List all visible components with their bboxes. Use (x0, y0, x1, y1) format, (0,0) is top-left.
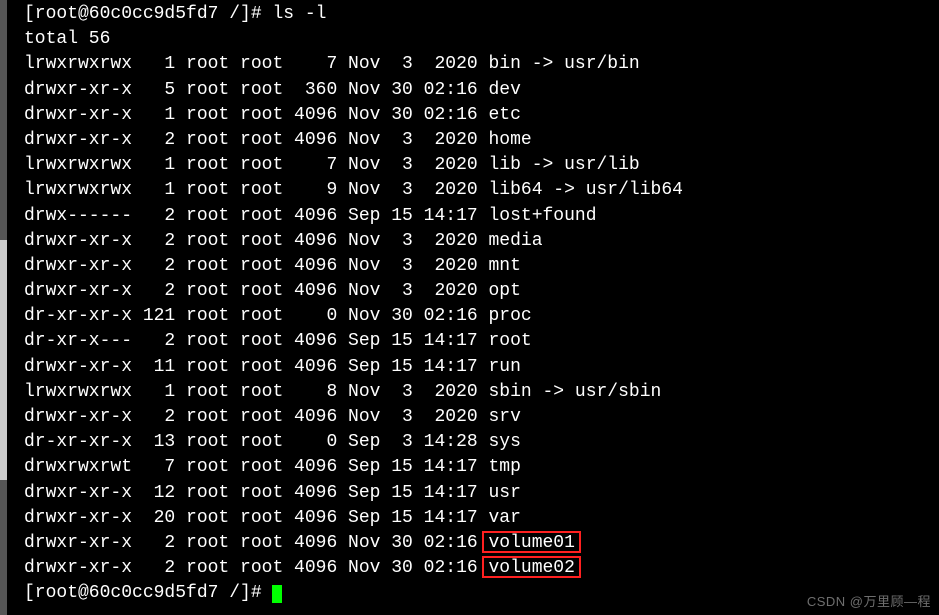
listing-row: drwxr-xr-x 2 root root 4096 Nov 3 2020 o… (24, 279, 939, 304)
listing-row: dr-xr-x--- 2 root root 4096 Sep 15 14:17… (24, 329, 939, 354)
watermark-text: CSDN @万里顾—程 (807, 593, 931, 611)
file-name: sbin -> usr/sbin (488, 382, 661, 402)
file-name: var (488, 508, 520, 528)
row-meta: drwxr-xr-x 2 root root 4096 Nov 3 2020 (24, 407, 488, 427)
file-name: home (488, 130, 531, 150)
file-listing: lrwxrwxrwx 1 root root 7 Nov 3 2020 bin … (24, 52, 939, 581)
listing-row: drwxr-xr-x 12 root root 4096 Sep 15 14:1… (24, 481, 939, 506)
row-meta: lrwxrwxrwx 1 root root 7 Nov 3 2020 (24, 54, 488, 74)
listing-row: drwxr-xr-x 2 root root 4096 Nov 30 02:16… (24, 556, 939, 581)
listing-row: lrwxrwxrwx 1 root root 7 Nov 3 2020 lib … (24, 153, 939, 178)
file-name: lib -> usr/lib (488, 155, 639, 175)
listing-row: lrwxrwxrwx 1 root root 8 Nov 3 2020 sbin… (24, 380, 939, 405)
file-name: usr (488, 483, 520, 503)
command-text: ls -l (272, 4, 326, 24)
command-line: [root@60c0cc9d5fd7 /]# ls -l (24, 2, 939, 27)
next-prompt-line: [root@60c0cc9d5fd7 /]# (24, 581, 939, 606)
listing-row: drwxr-xr-x 2 root root 4096 Nov 3 2020 m… (24, 229, 939, 254)
file-name: etc (488, 105, 520, 125)
file-name: srv (488, 407, 520, 427)
file-name: proc (488, 306, 531, 326)
file-name: bin -> usr/bin (488, 54, 639, 74)
file-name: sys (488, 432, 520, 452)
file-name: opt (488, 281, 520, 301)
row-meta: drwxr-xr-x 2 root root 4096 Nov 3 2020 (24, 281, 488, 301)
listing-row: drwxr-xr-x 5 root root 360 Nov 30 02:16 … (24, 78, 939, 103)
listing-row: drwxr-xr-x 11 root root 4096 Sep 15 14:1… (24, 355, 939, 380)
file-name: tmp (488, 457, 520, 477)
vertical-scrollbar[interactable] (0, 0, 7, 615)
row-meta: lrwxrwxrwx 1 root root 9 Nov 3 2020 (24, 180, 488, 200)
row-meta: dr-xr-xr-x 121 root root 0 Nov 30 02:16 (24, 306, 488, 326)
file-name: lib64 -> usr/lib64 (488, 180, 682, 200)
shell-prompt: [root@60c0cc9d5fd7 /]# (24, 4, 272, 24)
file-name: media (488, 231, 542, 251)
file-name: run (488, 357, 520, 377)
listing-row: drwxr-xr-x 1 root root 4096 Nov 30 02:16… (24, 103, 939, 128)
row-meta: drwx------ 2 root root 4096 Sep 15 14:17 (24, 206, 488, 226)
file-name: volume02 (488, 558, 574, 578)
listing-row: drwxr-xr-x 20 root root 4096 Sep 15 14:1… (24, 506, 939, 531)
row-meta: drwxr-xr-x 5 root root 360 Nov 30 02:16 (24, 80, 488, 100)
row-meta: drwxr-xr-x 11 root root 4096 Sep 15 14:1… (24, 357, 488, 377)
listing-row: drwx------ 2 root root 4096 Sep 15 14:17… (24, 204, 939, 229)
listing-row: drwxr-xr-x 2 root root 4096 Nov 3 2020 s… (24, 405, 939, 430)
scrollbar-thumb[interactable] (0, 240, 7, 480)
terminal-output[interactable]: [root@60c0cc9d5fd7 /]# ls -l total 56 lr… (24, 2, 939, 607)
row-meta: drwxr-xr-x 2 root root 4096 Nov 3 2020 (24, 231, 488, 251)
listing-row: drwxrwxrwt 7 root root 4096 Sep 15 14:17… (24, 455, 939, 480)
row-meta: drwxr-xr-x 2 root root 4096 Nov 30 02:16 (24, 558, 488, 578)
row-meta: drwxr-xr-x 20 root root 4096 Sep 15 14:1… (24, 508, 488, 528)
cursor-block (272, 585, 282, 603)
row-meta: dr-xr-x--- 2 root root 4096 Sep 15 14:17 (24, 331, 488, 351)
row-meta: lrwxrwxrwx 1 root root 7 Nov 3 2020 (24, 155, 488, 175)
listing-row: drwxr-xr-x 2 root root 4096 Nov 30 02:16… (24, 531, 939, 556)
row-meta: drwxrwxrwt 7 root root 4096 Sep 15 14:17 (24, 457, 488, 477)
total-line: total 56 (24, 27, 939, 52)
listing-row: drwxr-xr-x 2 root root 4096 Nov 3 2020 h… (24, 128, 939, 153)
listing-row: dr-xr-xr-x 13 root root 0 Sep 3 14:28 sy… (24, 430, 939, 455)
listing-row: drwxr-xr-x 2 root root 4096 Nov 3 2020 m… (24, 254, 939, 279)
file-name: volume01 (488, 533, 574, 553)
shell-prompt: [root@60c0cc9d5fd7 /]# (24, 583, 272, 603)
row-meta: drwxr-xr-x 2 root root 4096 Nov 3 2020 (24, 256, 488, 276)
file-name: lost+found (488, 206, 596, 226)
row-meta: drwxr-xr-x 2 root root 4096 Nov 30 02:16 (24, 533, 488, 553)
listing-row: dr-xr-xr-x 121 root root 0 Nov 30 02:16 … (24, 304, 939, 329)
row-meta: dr-xr-xr-x 13 root root 0 Sep 3 14:28 (24, 432, 488, 452)
row-meta: drwxr-xr-x 12 root root 4096 Sep 15 14:1… (24, 483, 488, 503)
row-meta: drwxr-xr-x 2 root root 4096 Nov 3 2020 (24, 130, 488, 150)
row-meta: lrwxrwxrwx 1 root root 8 Nov 3 2020 (24, 382, 488, 402)
listing-row: lrwxrwxrwx 1 root root 7 Nov 3 2020 bin … (24, 52, 939, 77)
row-meta: drwxr-xr-x 1 root root 4096 Nov 30 02:16 (24, 105, 488, 125)
file-name: root (488, 331, 531, 351)
file-name: dev (488, 80, 520, 100)
file-name: mnt (488, 256, 520, 276)
listing-row: lrwxrwxrwx 1 root root 9 Nov 3 2020 lib6… (24, 178, 939, 203)
